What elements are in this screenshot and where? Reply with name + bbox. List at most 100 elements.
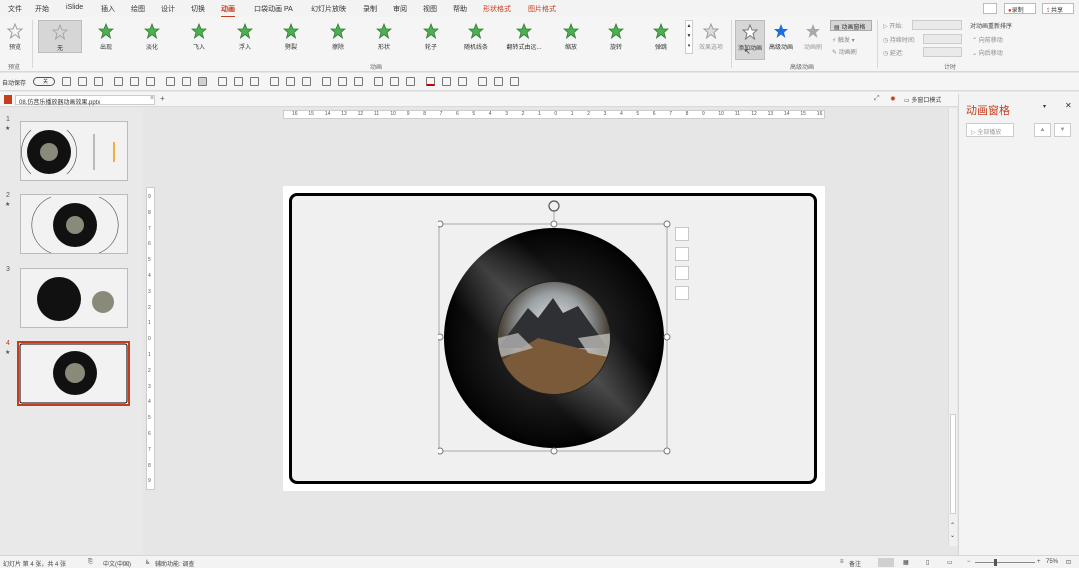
pen-icon[interactable] [218, 77, 227, 86]
slide-thumbnail-3[interactable] [20, 268, 128, 328]
save-icon[interactable] [62, 77, 71, 86]
pane-menu-icon[interactable]: ▾ [1043, 103, 1046, 110]
add-tab-icon[interactable]: + [160, 94, 165, 103]
animation-effect-8[interactable]: 轮子 [410, 20, 452, 53]
more-icon[interactable] [510, 77, 519, 86]
menu-transitions[interactable]: 切换 [191, 4, 205, 14]
comment-icon[interactable] [983, 3, 997, 14]
menu-pocket-animation[interactable]: 口袋动画 PA [254, 4, 293, 14]
slide-thumbnail-1[interactable] [20, 121, 128, 181]
animation-effect-7[interactable]: 形状 [363, 20, 405, 53]
animation-effect-2[interactable]: 淡化 [131, 20, 173, 53]
menu-view[interactable]: 视图 [423, 4, 437, 14]
resize-handle-b[interactable] [550, 447, 558, 455]
share-button[interactable]: ⇪共享 [1042, 3, 1074, 14]
link-icon[interactable] [494, 77, 503, 86]
shapes-icon[interactable] [478, 77, 487, 86]
resize-corner-icon[interactable] [675, 286, 689, 300]
scrollbar-thumb[interactable] [950, 414, 956, 514]
menu-insert[interactable]: 插入 [101, 4, 115, 14]
arrange-icon[interactable] [250, 77, 259, 86]
animation-effect-5[interactable]: 劈裂 [270, 20, 312, 53]
move-earlier-button[interactable]: ⌃ 向前移动 [972, 35, 1003, 44]
slide-sorter-icon[interactable]: ▦ [903, 559, 909, 566]
resize-handle-r[interactable] [663, 333, 671, 341]
menu-shape-format[interactable]: 形状格式 [483, 4, 511, 14]
vinyl-record-selection[interactable] [438, 198, 674, 458]
slide-thumbnail-4[interactable] [17, 341, 130, 406]
menu-design[interactable]: 设计 [161, 4, 175, 14]
animation-effect-4[interactable]: 浮入 [224, 20, 266, 53]
trigger-button[interactable]: ⚡ 触发 ▾ [832, 35, 855, 44]
crop-icon[interactable] [302, 77, 311, 86]
document-tab[interactable]: 08.仿音乐播放器动画效果.pptx [15, 95, 155, 106]
resize-handle-tr[interactable] [663, 220, 671, 228]
crop-icon[interactable] [675, 247, 689, 261]
settings-gear-icon[interactable]: ✹ [890, 95, 896, 103]
accessibility-status[interactable]: 辅助功能: 调查 [155, 559, 194, 568]
effect-options-button[interactable]: 效果选项 [693, 20, 729, 53]
animation-effect-10[interactable]: 翻转式由远... [503, 20, 545, 53]
resize-handle-l[interactable] [438, 333, 444, 341]
move-down-button[interactable]: ▼ [1054, 123, 1071, 137]
zoom-slider-thumb[interactable] [994, 559, 997, 566]
tab-close-icon[interactable]: × [150, 95, 154, 102]
chart-icon[interactable] [374, 77, 383, 86]
reading-view-icon[interactable]: ▯ [926, 559, 929, 566]
font-color-icon[interactable] [426, 77, 435, 86]
zoom-out-icon[interactable]: − [967, 559, 971, 565]
start-select[interactable] [912, 20, 962, 30]
animation-effect-6[interactable]: 擦除 [317, 20, 359, 53]
menu-home[interactable]: 开始 [35, 4, 49, 14]
animation-effect-3[interactable]: 飞入 [178, 20, 220, 53]
scroll-up-icon[interactable]: ⌃ [950, 522, 955, 529]
resize-handle-br[interactable] [663, 447, 671, 455]
notes-button[interactable]: 备注 [849, 559, 861, 568]
redo-icon[interactable] [94, 77, 103, 86]
menu-animations[interactable]: 动画 [221, 4, 235, 18]
zoom-slider[interactable] [975, 562, 1035, 563]
record-button[interactable]: ●录制 [1004, 3, 1036, 14]
menu-record[interactable]: 录制 [363, 4, 377, 14]
animation-pane-button[interactable]: ▤ 动画窗格 [830, 20, 872, 31]
equation-icon[interactable] [406, 77, 415, 86]
animation-effect-12[interactable]: 旋转 [595, 20, 637, 53]
text-box-icon[interactable] [354, 77, 363, 86]
highlight-icon[interactable] [442, 77, 451, 86]
gallery-scroll[interactable]: ▲ ▼ ▾ [685, 20, 693, 54]
fit-slide-icon[interactable]: ⊡ [1066, 559, 1071, 566]
vertical-scrollbar[interactable]: ⌃ ⌄ [948, 108, 957, 546]
pane-close-icon[interactable]: ✕ [1065, 101, 1072, 110]
menu-picture-format[interactable]: 图片格式 [528, 4, 556, 14]
border-icon[interactable] [198, 77, 207, 86]
add-animation-button[interactable]: 添加动画 ↖ [735, 20, 765, 60]
format-painter-icon[interactable] [146, 77, 155, 86]
menu-file[interactable]: 文件 [8, 4, 22, 14]
table-icon[interactable] [390, 77, 399, 86]
animation-effect-1[interactable]: 出现 [85, 20, 127, 53]
resize-handle-bl[interactable] [438, 447, 444, 455]
rotate-handle-icon[interactable] [548, 200, 560, 212]
normal-view-icon[interactable] [878, 558, 894, 567]
zoom-level[interactable]: 75% [1046, 559, 1058, 565]
autosave-toggle[interactable]: 关 [33, 77, 55, 86]
menu-review[interactable]: 审阅 [393, 4, 407, 14]
group-icon[interactable] [166, 77, 175, 86]
delay-input[interactable] [923, 47, 962, 57]
expand-icon[interactable]: ⤢ [874, 95, 880, 103]
animation-effect-11[interactable]: 缩放 [550, 20, 592, 53]
move-later-button[interactable]: ⌄ 向后移动 [972, 48, 1003, 57]
play-all-button[interactable]: ▷ 全部播放 [966, 123, 1014, 137]
menu-draw[interactable]: 绘图 [131, 4, 145, 14]
new-slide-icon[interactable] [130, 77, 139, 86]
menu-islide[interactable]: iSlide [66, 4, 83, 11]
preview-button[interactable]: 预览 [2, 20, 28, 53]
menu-slideshow[interactable]: 幻灯片放映 [311, 4, 346, 14]
advanced-animation-button[interactable]: 高级动画 [766, 20, 796, 53]
layout-options-icon[interactable] [675, 227, 689, 241]
shape-fill-icon[interactable] [270, 77, 279, 86]
shape-outline-icon[interactable] [286, 77, 295, 86]
animation-painter-small-button[interactable]: ✎ 动画刷 [832, 47, 857, 56]
picture-icon[interactable] [458, 77, 467, 86]
scroll-down-icon[interactable]: ⌄ [950, 532, 955, 539]
